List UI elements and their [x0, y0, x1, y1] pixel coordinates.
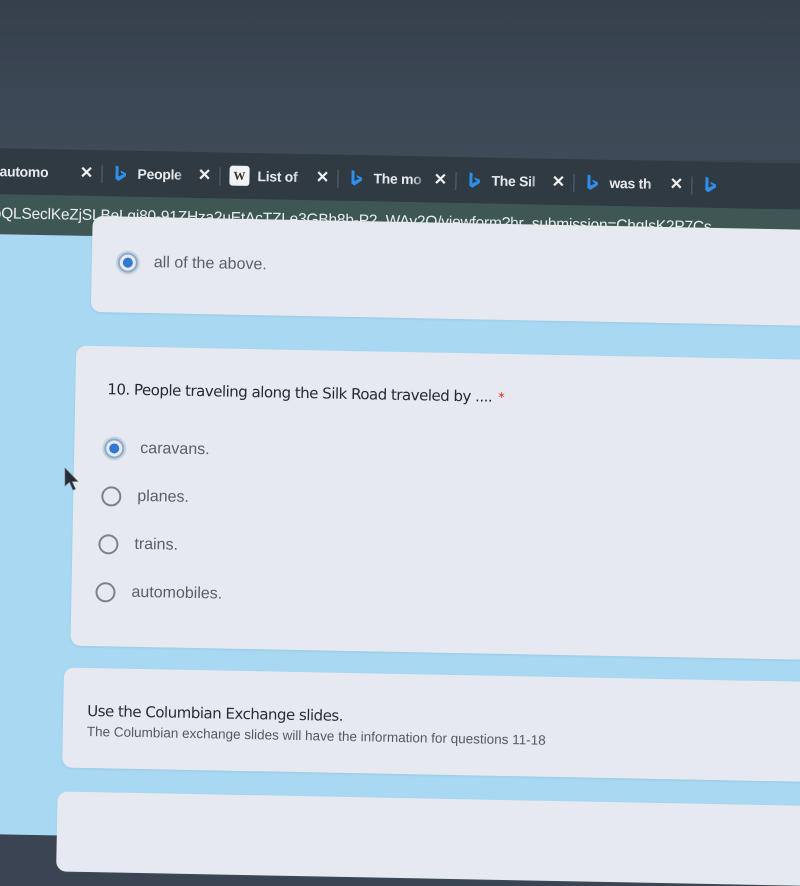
question-card-next [56, 791, 800, 886]
tab-the-mo[interactable]: The mo ✕ [337, 161, 456, 197]
close-icon[interactable]: ✕ [433, 170, 448, 190]
browser-window: automo ✕ People ✕ W List of ✕ The mo ✕ T… [0, 148, 800, 886]
question-title: 10. People traveling along the Silk Road… [107, 380, 504, 406]
option-trains[interactable]: trains. [98, 534, 178, 556]
tab-title: automo [0, 163, 49, 181]
bing-icon [583, 173, 601, 191]
required-asterisk: * [498, 390, 505, 406]
radio-selected-icon[interactable] [104, 438, 125, 459]
section-header-card: Use the Columbian Exchange slides. The C… [62, 667, 800, 783]
tab-automobiles[interactable]: automo ✕ [0, 154, 102, 190]
section-description: The Columbian exchange slides will have … [86, 723, 546, 748]
option-label: all of the above. [153, 254, 267, 274]
tab-title: was th [609, 174, 652, 192]
close-icon[interactable]: ✕ [79, 163, 94, 183]
option-label: planes. [137, 487, 190, 506]
mouse-cursor-icon [64, 467, 79, 491]
option-planes[interactable]: planes. [101, 486, 189, 508]
option-label: automobiles. [131, 583, 223, 603]
question-card-previous: all of the above. [90, 215, 800, 327]
form-page: all of the above. 10. People traveling a… [0, 215, 800, 886]
bing-icon [465, 171, 483, 189]
section-title: Use the Columbian Exchange slides. [87, 701, 344, 725]
option-label: trains. [134, 535, 179, 554]
bing-icon [701, 176, 719, 194]
option-automobiles[interactable]: automobiles. [95, 582, 222, 604]
bing-icon [111, 164, 129, 182]
wikipedia-icon: W [229, 165, 250, 186]
tab-partial[interactable] [691, 167, 800, 203]
bing-icon [347, 169, 365, 187]
radio-unselected-icon[interactable] [98, 534, 119, 555]
radio-selected-icon[interactable] [117, 252, 139, 273]
question-text: 10. People traveling along the Silk Road… [107, 380, 493, 406]
radio-unselected-icon[interactable] [95, 582, 116, 603]
tab-title: The Sil [491, 172, 536, 190]
question-card-10: 10. People traveling along the Silk Road… [70, 345, 800, 661]
tab-the-silk[interactable]: The Sil ✕ [455, 163, 574, 199]
tab-people[interactable]: People ✕ [101, 156, 220, 192]
close-icon[interactable]: ✕ [551, 172, 566, 192]
option-caravans[interactable]: caravans. [104, 438, 210, 460]
close-icon[interactable]: ✕ [197, 165, 212, 185]
close-icon[interactable]: ✕ [315, 167, 330, 187]
option-all-of-the-above[interactable]: all of the above. [117, 252, 267, 275]
tab-title: The mo [373, 170, 422, 188]
tab-title: List of [257, 168, 298, 185]
radio-unselected-icon[interactable] [101, 486, 122, 507]
tab-title: People [137, 165, 182, 183]
tab-was-the[interactable]: was th ✕ [573, 165, 692, 201]
monitor-bezel [0, 0, 800, 160]
option-label: caravans. [140, 439, 210, 459]
close-icon[interactable]: ✕ [669, 174, 684, 194]
tab-list-of[interactable]: W List of ✕ [219, 158, 338, 194]
